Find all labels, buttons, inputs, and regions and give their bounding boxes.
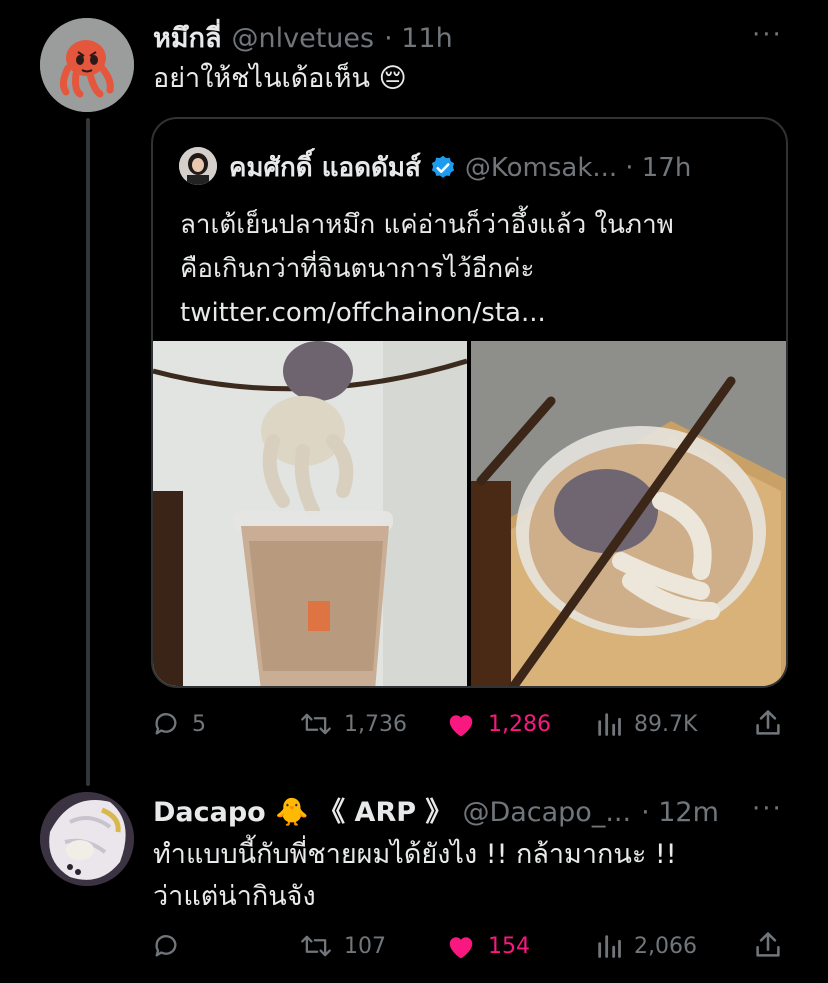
timestamp[interactable]: · 11h [384, 23, 453, 54]
quote-photo-2[interactable] [471, 341, 786, 686]
verified-icon [431, 155, 454, 178]
quote-display-name: คมศักดิ์ แอดดัมส์ [229, 153, 421, 183]
quote-avatar [179, 147, 217, 185]
heart-icon [449, 937, 473, 959]
person-avatar-image [179, 147, 217, 185]
heart-icon [449, 715, 473, 737]
octopus-latte-photo [153, 341, 467, 686]
reply-timestamp[interactable]: · 12m [641, 797, 719, 828]
reply-reply-button[interactable] [152, 932, 192, 960]
reply-retweet-button[interactable]: 107 [300, 932, 386, 960]
reply-text-line-1: ทำแบบนี้กับพี่ชายผมได้ยังไง !! กล้ามากนะ… [153, 839, 677, 870]
quote-tweet[interactable]: คมศักดิ์ แอดดัมส์ @Komsak... · 17h ลาเต้… [151, 117, 788, 688]
reply-tweet-header: Dacapo 🐥 《 ARP 》 @Dacapo_... · 12m [153, 790, 719, 829]
retweet-button[interactable]: 1,736 [300, 710, 407, 738]
share-icon [756, 932, 780, 957]
main-tweet-header: หมึกลี่ @nlvetues · 11h [153, 16, 453, 59]
anime-avatar-image [40, 792, 134, 886]
reply-more-icon[interactable]: ··· [752, 794, 783, 824]
reply-count: 5 [192, 711, 206, 737]
octopus-avatar-image [40, 18, 134, 112]
like-button[interactable]: 1,286 [446, 710, 551, 738]
reply-button[interactable]: 5 [152, 710, 206, 738]
reply-share-button[interactable] [754, 930, 794, 960]
retweet-count: 1,736 [344, 711, 407, 737]
reply-retweet-count: 107 [344, 933, 386, 959]
tweet-text: อย่าให้ชไนเด้อเห็น 😔 [153, 63, 407, 94]
reply-views-count: 2,066 [634, 933, 697, 959]
views-icon [598, 713, 621, 736]
quote-photo-1[interactable] [153, 341, 467, 686]
like-count: 1,286 [488, 711, 551, 737]
quote-text-line-1: ลาเต้เย็นปลาหมึก แค่อ่านก็ว่าอึ้งแล้ว ใน… [180, 210, 674, 240]
reply-views-button[interactable]: 2,066 [596, 932, 697, 960]
quote-header: คมศักดิ์ แอดดัมส์ @Komsak... · 17h [229, 147, 691, 188]
reply-like-button[interactable]: 154 [446, 932, 530, 960]
reply-text-line-2: ว่าแต่น่ากินจัง [153, 881, 316, 912]
reply-display-name[interactable]: Dacapo 🐥 《 ARP 》 [153, 790, 452, 829]
reply-like-count: 154 [488, 933, 530, 959]
retweet-icon [301, 935, 331, 957]
share-icon [756, 710, 780, 735]
avatar-reply[interactable] [40, 792, 134, 886]
views-icon [598, 935, 621, 958]
views-count: 89.7K [634, 711, 698, 737]
quote-handle: @Komsak... [464, 152, 618, 183]
reply-icon [155, 935, 177, 957]
avatar-main[interactable] [40, 18, 134, 112]
octopus-latte-topview-photo [471, 341, 786, 686]
share-button[interactable] [754, 708, 794, 738]
handle[interactable]: @nlvetues [232, 23, 375, 54]
thread-line [86, 118, 90, 786]
quote-text-line-2: คือเกินกว่าที่จินตนาการไว้อีกค่ะ [180, 254, 535, 284]
quote-link[interactable]: twitter.com/offchainon/sta... [180, 291, 546, 335]
retweet-icon [301, 713, 331, 735]
more-icon[interactable]: ··· [752, 20, 783, 50]
quote-timestamp: · 17h [625, 152, 692, 183]
display-name[interactable]: หมึกลี่ [153, 16, 222, 59]
views-button[interactable]: 89.7K [596, 710, 697, 738]
reply-handle[interactable]: @Dacapo_... [462, 797, 631, 828]
reply-icon [155, 713, 177, 735]
